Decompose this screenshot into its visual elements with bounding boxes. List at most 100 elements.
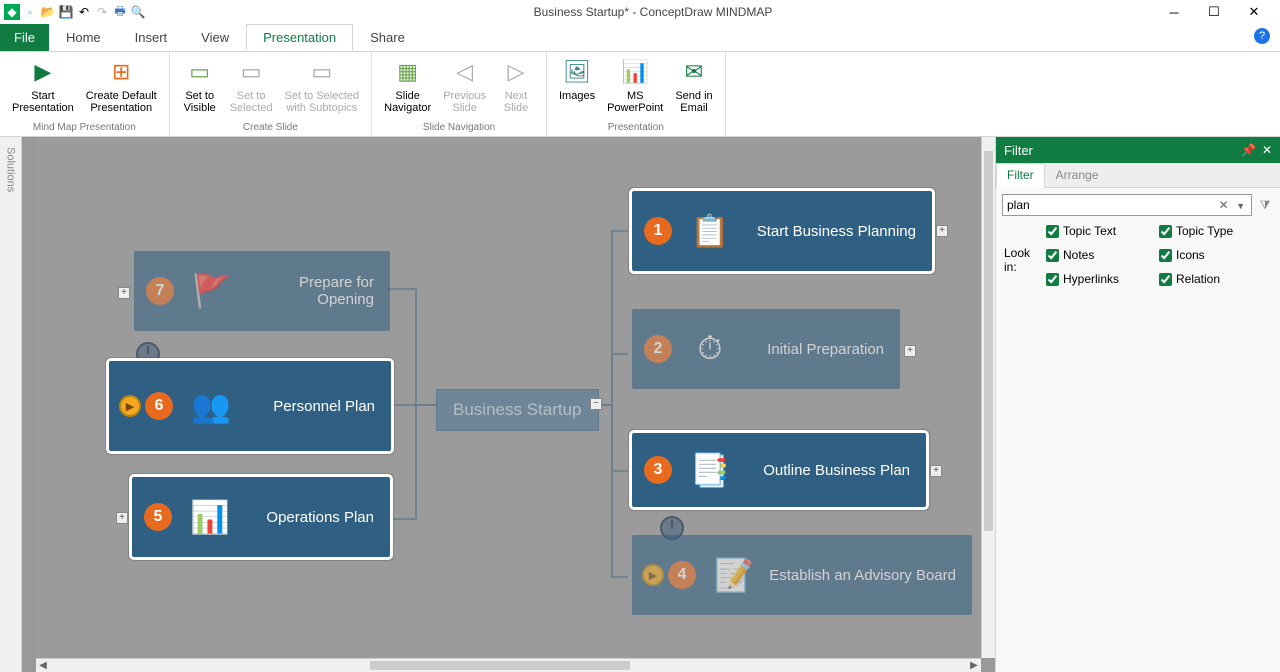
- create-default-presentation[interactable]: ⊞Create DefaultPresentation: [80, 54, 163, 120]
- node-number-icon: 1: [644, 217, 672, 245]
- node-initial-prep[interactable]: 2 ⏱ Initial Preparation: [632, 309, 900, 389]
- slide-navigator[interactable]: ▦SlideNavigator: [378, 54, 437, 120]
- send-in-email[interactable]: ✉Send inEmail: [669, 54, 718, 120]
- check-topic-type[interactable]: Topic Type: [1159, 224, 1272, 238]
- check-relation[interactable]: Relation: [1159, 272, 1272, 286]
- ms-powerpoint-icon: 📊: [619, 56, 651, 88]
- maximize-button[interactable]: ☐: [1200, 2, 1228, 22]
- images-icon: 🖼: [561, 56, 593, 88]
- scroll-left-icon[interactable]: ◀: [36, 660, 50, 671]
- node-advisory-board[interactable]: ▶ 4 📝 Establish an Advisory Board: [632, 535, 972, 615]
- set-to-visible-label: Set toVisible: [184, 90, 216, 114]
- qat-open-icon[interactable]: 📂: [40, 4, 56, 20]
- check-icons[interactable]: Icons: [1159, 248, 1272, 262]
- filter-lookin: Look in: Topic Text Topic Type Notes Ico…: [996, 222, 1280, 314]
- quick-access-toolbar: ◆ ▫ 📂 💾 ↶ ↷ 🖶 🔍: [4, 4, 146, 20]
- node-number-icon: 6: [145, 392, 173, 420]
- menu-insert[interactable]: Insert: [118, 24, 185, 51]
- menu-home[interactable]: Home: [49, 24, 118, 51]
- menu-file[interactable]: File: [0, 24, 49, 51]
- filter-search-value: plan: [1007, 198, 1030, 212]
- filter-search-row: plan ✕ ▼ ⧩: [996, 188, 1280, 222]
- close-panel-icon[interactable]: ✕: [1262, 143, 1272, 157]
- start-presentation-label: StartPresentation: [12, 90, 74, 114]
- next-slide: ▷NextSlide: [492, 54, 540, 120]
- main-area: Solutions Business Startup −: [0, 137, 1280, 672]
- node-label: Initial Preparation: [740, 341, 900, 358]
- gantt-icon: 📊: [180, 492, 240, 542]
- node-prepare-expand[interactable]: +: [118, 287, 130, 299]
- minimize-button[interactable]: ─: [1160, 2, 1188, 22]
- filter-search-input[interactable]: plan ✕ ▼: [1002, 194, 1252, 216]
- help-icon[interactable]: ?: [1254, 28, 1270, 44]
- clipboard-icon: 📋: [680, 206, 740, 256]
- center-collapse-right[interactable]: −: [590, 398, 602, 410]
- filter-panel-title: Filter: [1004, 143, 1241, 158]
- menu-presentation[interactable]: Presentation: [246, 24, 353, 51]
- note-icon: 📝: [704, 550, 764, 600]
- node-operations-plan[interactable]: 5 📊 Operations Plan: [132, 477, 390, 557]
- node-prepare-opening[interactable]: 7 🚩 Prepare for Opening: [134, 251, 390, 331]
- set-to-visible-icon: ▭: [184, 56, 216, 88]
- set-to-selected-subtopics-icon: ▭: [306, 56, 338, 88]
- qat-redo-icon[interactable]: ↷: [94, 4, 110, 20]
- check-notes[interactable]: Notes: [1046, 248, 1159, 262]
- node-operations-expand[interactable]: +: [116, 512, 128, 524]
- ms-powerpoint[interactable]: 📊MSPowerPoint: [601, 54, 669, 120]
- tab-arrange[interactable]: Arrange: [1045, 163, 1110, 187]
- pin-icon[interactable]: 📌: [1241, 143, 1256, 157]
- close-button[interactable]: ✕: [1240, 2, 1268, 22]
- node-personnel-plan[interactable]: ▶ 6 👥 Personnel Plan: [109, 361, 391, 451]
- menu-view[interactable]: View: [184, 24, 246, 51]
- node-outline-expand[interactable]: +: [930, 465, 942, 477]
- check-hyperlinks[interactable]: Hyperlinks: [1046, 272, 1159, 286]
- tab-filter[interactable]: Filter: [996, 163, 1045, 188]
- scroll-right-icon[interactable]: ▶: [967, 660, 981, 671]
- node-label: Prepare for Opening: [242, 274, 390, 308]
- mindmap-canvas[interactable]: Business Startup − 7 🚩 Prepare for Openi…: [36, 137, 981, 658]
- node-label: Establish an Advisory Board: [764, 567, 972, 584]
- document-icon: 📑: [680, 445, 740, 495]
- node-label: Start Business Planning: [740, 223, 932, 240]
- node-number-icon: 7: [146, 277, 174, 305]
- set-to-selected-label: Set toSelected: [230, 90, 273, 114]
- filter-panel-header: Filter 📌 ✕: [996, 137, 1280, 163]
- clock-icon: ⏱: [680, 324, 740, 374]
- qat-new-icon[interactable]: ▫: [22, 4, 38, 20]
- filter-tabs: Filter Arrange: [996, 163, 1280, 188]
- people-icon: 👥: [181, 381, 241, 431]
- check-topic-text[interactable]: Topic Text: [1046, 224, 1159, 238]
- center-node[interactable]: Business Startup: [436, 389, 599, 431]
- solutions-tab[interactable]: Solutions: [0, 137, 22, 672]
- app-icon[interactable]: ◆: [4, 4, 20, 20]
- node-label: Outline Business Plan: [740, 462, 926, 479]
- qat-preview-icon[interactable]: 🔍: [130, 4, 146, 20]
- previous-slide: ◁PreviousSlide: [437, 54, 492, 120]
- play-badge-icon: ▶: [642, 564, 664, 586]
- start-presentation[interactable]: ▶StartPresentation: [6, 54, 80, 120]
- funnel-icon[interactable]: ⧩: [1256, 196, 1274, 214]
- clear-search-icon[interactable]: ✕: [1217, 198, 1231, 212]
- qat-print-icon[interactable]: 🖶: [112, 4, 128, 20]
- scrollbar-horizontal[interactable]: ◀ ▶: [36, 658, 981, 672]
- set-to-selected-subtopics: ▭Set to Selectedwith Subtopics: [279, 54, 366, 120]
- images[interactable]: 🖼Images: [553, 54, 601, 120]
- node-start-expand[interactable]: +: [936, 225, 948, 237]
- node-initial-expand[interactable]: +: [904, 345, 916, 357]
- search-dropdown-icon[interactable]: ▼: [1234, 201, 1247, 211]
- next-slide-icon: ▷: [500, 56, 532, 88]
- menu-share[interactable]: Share: [353, 24, 422, 51]
- scrollbar-vertical[interactable]: [981, 137, 995, 658]
- qat-save-icon[interactable]: 💾: [58, 4, 74, 20]
- qat-undo-icon[interactable]: ↶: [76, 4, 92, 20]
- start-presentation-icon: ▶: [27, 56, 59, 88]
- set-to-selected: ▭Set toSelected: [224, 54, 279, 120]
- ribbon-group-label: Create Slide: [243, 120, 298, 136]
- ribbon-group-label: Mind Map Presentation: [33, 120, 136, 136]
- window-title: Business Startup* - ConceptDraw MINDMAP: [146, 5, 1160, 19]
- node-start-planning[interactable]: 1 📋 Start Business Planning: [632, 191, 932, 271]
- node-outline-plan[interactable]: 3 📑 Outline Business Plan: [632, 433, 926, 507]
- set-to-visible[interactable]: ▭Set toVisible: [176, 54, 224, 120]
- previous-slide-icon: ◁: [449, 56, 481, 88]
- window-controls: ─ ☐ ✕: [1160, 2, 1276, 22]
